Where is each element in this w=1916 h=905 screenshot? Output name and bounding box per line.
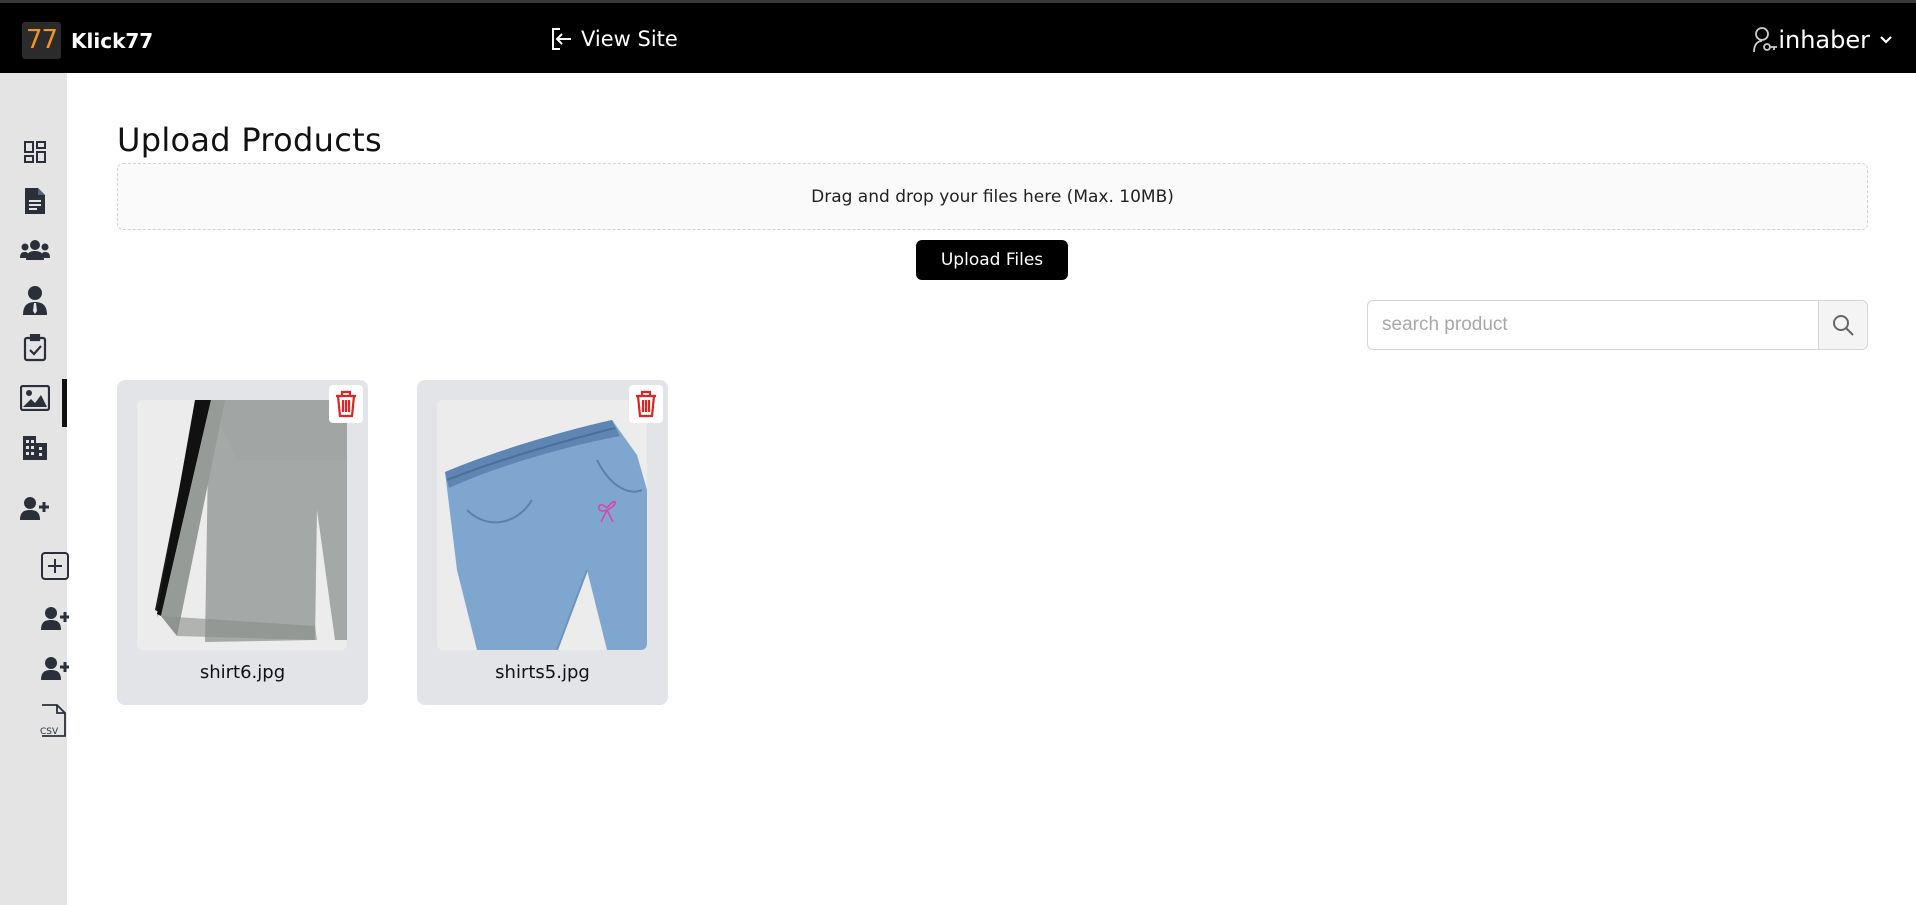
brand-logo: 77: [22, 22, 61, 59]
clipboard-check-icon: [23, 334, 47, 362]
sidebar-item-products[interactable]: [20, 383, 50, 413]
page-title: Upload Products: [117, 121, 382, 159]
sidebar: CSV: [0, 73, 70, 905]
user-key-icon: [1753, 27, 1778, 53]
dashboard-icon: [24, 141, 46, 163]
delete-button[interactable]: [629, 385, 663, 423]
user-tie-icon: [23, 286, 47, 315]
sidebar-item-tasks[interactable]: [20, 333, 50, 363]
sidebar-subitem-add-user-2[interactable]: [40, 603, 70, 633]
sidebar-item-companies[interactable]: [20, 433, 50, 463]
top-navbar: 77 Klick77 View Site inhaber: [0, 0, 1916, 73]
dropzone-text: Drag and drop your files here (Max. 10MB…: [811, 186, 1174, 207]
product-filename: shirts5.jpg: [495, 662, 590, 683]
user-plus-icon: [41, 657, 69, 680]
csv-file-icon: CSV: [40, 704, 66, 737]
product-image[interactable]: [137, 400, 347, 650]
user-name: inhaber: [1778, 26, 1870, 54]
search-button[interactable]: [1818, 300, 1868, 350]
trash-icon: [636, 390, 656, 418]
active-indicator: [62, 379, 67, 427]
sign-out-icon: [552, 28, 571, 50]
search-input[interactable]: [1367, 300, 1818, 350]
sidebar-subitem-csv[interactable]: CSV: [38, 703, 68, 739]
image-icon: [20, 385, 50, 411]
users-group-icon: [20, 240, 50, 260]
sidebar-item-dashboard[interactable]: [20, 137, 50, 167]
sidebar-subitem-add[interactable]: [40, 551, 70, 581]
product-filename: shirt6.jpg: [199, 662, 286, 683]
view-site-link[interactable]: View Site: [551, 27, 678, 51]
search-icon: [1833, 315, 1854, 336]
user-plus-icon: [41, 607, 69, 630]
sidebar-item-staff[interactable]: [20, 285, 50, 315]
chevron-down-icon: [1880, 36, 1892, 44]
sidebar-item-documents[interactable]: [20, 186, 50, 216]
view-site-label: View Site: [581, 27, 678, 51]
sidebar-item-customers[interactable]: [20, 235, 50, 265]
brand-name: Klick77: [71, 28, 154, 53]
product-card[interactable]: shirt6.jpg: [117, 380, 368, 705]
delete-button[interactable]: [329, 385, 363, 423]
document-icon: [25, 188, 45, 214]
file-dropzone[interactable]: Drag and drop your files here (Max. 10MB…: [117, 163, 1868, 230]
product-search: [1367, 300, 1868, 350]
building-icon: [23, 436, 47, 460]
csv-label: CSV: [40, 727, 59, 737]
sidebar-item-add-user[interactable]: [20, 493, 50, 523]
product-card[interactable]: shirts5.jpg: [417, 380, 668, 705]
plus-square-icon: [41, 552, 69, 580]
user-plus-icon: [20, 497, 49, 520]
product-image[interactable]: [437, 400, 647, 650]
user-menu[interactable]: inhaber: [1752, 26, 1892, 54]
trash-icon: [336, 390, 356, 418]
brand[interactable]: 77 Klick77: [22, 22, 153, 59]
sidebar-subitem-add-user-3[interactable]: [40, 653, 70, 683]
upload-files-button[interactable]: Upload Files: [916, 240, 1068, 280]
